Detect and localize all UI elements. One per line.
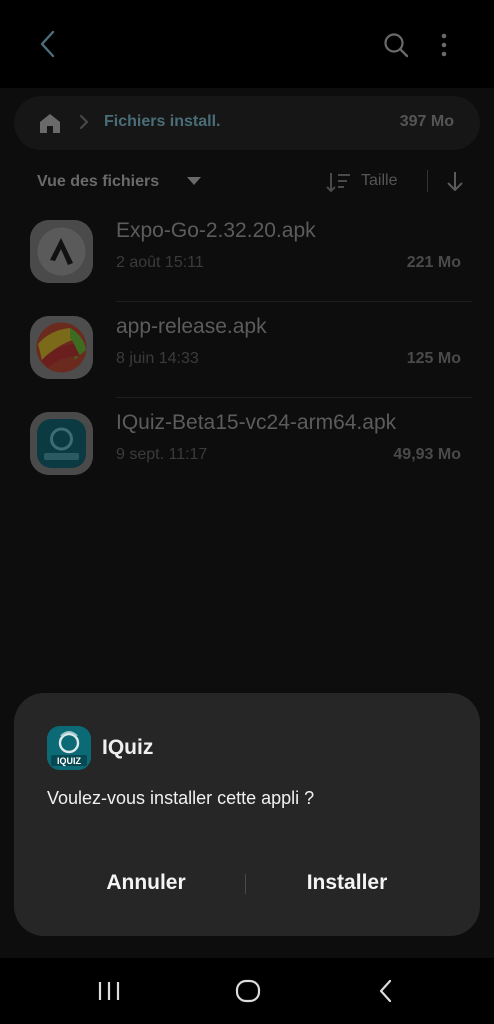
more-vertical-icon bbox=[441, 33, 447, 57]
view-files-dropdown[interactable]: Vue des fichiers bbox=[37, 173, 159, 191]
chevron-left-icon bbox=[40, 30, 55, 58]
dialog-message: Voulez-vous installer cette appli ? bbox=[47, 788, 315, 808]
more-options-button[interactable] bbox=[428, 27, 460, 63]
file-size: 221 Mo bbox=[406, 254, 461, 271]
dialog-button-divider bbox=[245, 874, 246, 894]
iquiz-file-icon bbox=[30, 412, 93, 475]
file-list-item[interactable]: IQuiz-Beta15-vc24-arm64.apk 9 sept. 11:1… bbox=[0, 398, 494, 494]
dialog-app-name: IQuiz bbox=[102, 736, 154, 759]
back-arrow-icon bbox=[379, 979, 392, 1003]
file-list-item[interactable]: Expo-Go-2.32.20.apk 2 août 15:11 221 Mo bbox=[0, 206, 494, 302]
back-button[interactable] bbox=[30, 26, 66, 62]
top-app-bar bbox=[0, 0, 494, 88]
expo-app-icon bbox=[30, 220, 93, 283]
file-date: 2 août 15:11 bbox=[116, 254, 204, 271]
file-name: Expo-Go-2.32.20.apk bbox=[116, 219, 316, 242]
recent-apps-button[interactable] bbox=[96, 976, 122, 1011]
file-date: 8 juin 14:33 bbox=[116, 350, 199, 367]
iquiz-logo-text: IQUIZ bbox=[57, 756, 82, 766]
file-size: 125 Mo bbox=[406, 350, 461, 367]
home-nav-button[interactable] bbox=[233, 976, 263, 1011]
folder-total-size: 397 Mo bbox=[399, 113, 454, 130]
file-list-item[interactable]: app-release.apk 8 juin 14:33 125 Mo bbox=[0, 302, 494, 398]
file-size: 49,93 Mo bbox=[393, 446, 461, 463]
view-sort-bar: Vue des fichiers Taille bbox=[0, 160, 494, 204]
home-icon bbox=[40, 114, 60, 133]
iquiz-app-icon: IQUIZ bbox=[47, 726, 91, 770]
breadcrumb: Fichiers install. 397 Mo bbox=[14, 96, 480, 150]
dropdown-caret-icon[interactable] bbox=[186, 174, 202, 192]
breadcrumb-current-folder[interactable]: Fichiers install. bbox=[104, 113, 220, 131]
home-circle-icon bbox=[235, 979, 261, 1003]
cancel-button[interactable]: Annuler bbox=[46, 855, 246, 911]
chevron-right-icon bbox=[78, 112, 90, 137]
search-button[interactable] bbox=[378, 27, 414, 63]
sort-direction-button[interactable] bbox=[444, 169, 466, 198]
search-icon bbox=[384, 33, 409, 58]
install-dialog: IQUIZ IQuiz Voulez-vous installer cette … bbox=[14, 693, 480, 936]
app-release-icon bbox=[30, 316, 93, 379]
file-name: IQuiz-Beta15-vc24-arm64.apk bbox=[116, 411, 397, 434]
home-button[interactable] bbox=[38, 111, 62, 140]
system-navigation-bar bbox=[0, 958, 494, 1024]
sort-divider bbox=[427, 170, 428, 192]
sort-icon[interactable] bbox=[326, 170, 352, 199]
arrow-down-icon bbox=[447, 172, 463, 191]
file-date: 9 sept. 11:17 bbox=[116, 446, 208, 463]
recent-apps-icon bbox=[98, 982, 120, 1000]
file-name: app-release.apk bbox=[116, 315, 267, 338]
back-nav-button[interactable] bbox=[374, 976, 398, 1011]
install-button[interactable]: Installer bbox=[247, 855, 447, 911]
sort-by-size-label[interactable]: Taille bbox=[361, 172, 397, 190]
